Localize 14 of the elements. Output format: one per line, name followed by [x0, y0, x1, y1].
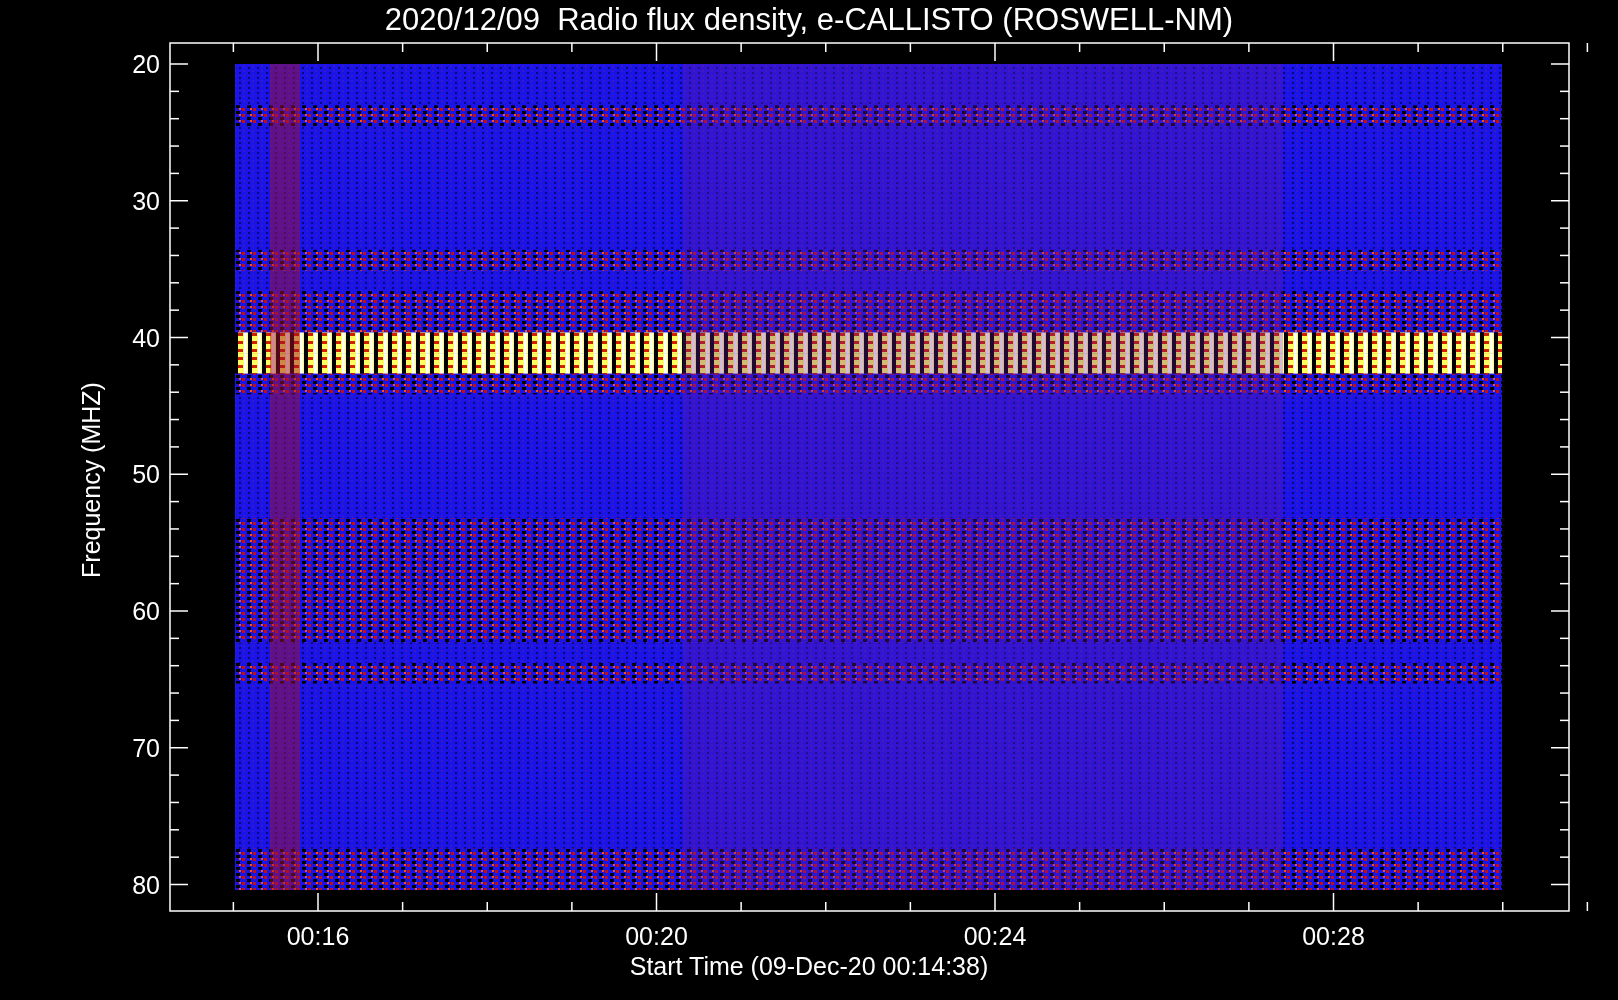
tick-label: 40: [132, 323, 160, 352]
tick-label: 00:24: [963, 922, 1027, 950]
tick-label: 70: [132, 733, 160, 762]
axis-label: Frequency (MHZ): [77, 382, 105, 578]
tick-label: 20: [132, 50, 160, 78]
axis-label: Start Time (09-Dec-20 00:14:38): [629, 952, 989, 980]
tick-label: 00:16: [286, 922, 350, 950]
plot-title: 2020/12/09 Radio flux density, e-CALLISTO (ROSWELL-NM): [384, 2, 1234, 37]
tick-label: 00:28: [1302, 922, 1365, 950]
tick-label: 00:20: [625, 922, 688, 950]
tick-label: 80: [132, 870, 160, 899]
tick-label: 60: [132, 597, 160, 625]
tick-label: 50: [132, 460, 160, 489]
tick-label: 30: [132, 186, 160, 215]
